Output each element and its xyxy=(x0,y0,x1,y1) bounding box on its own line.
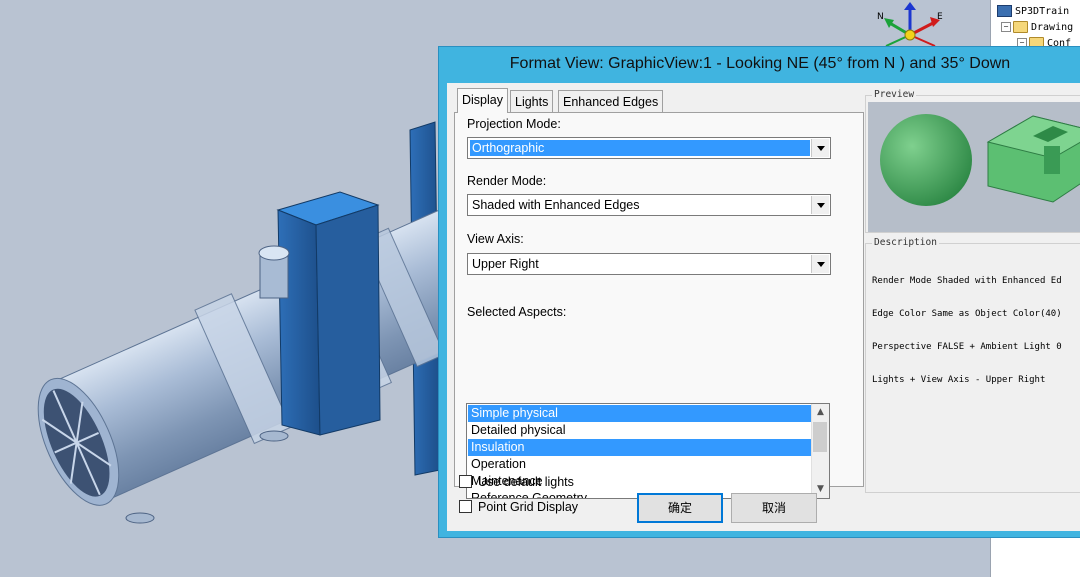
projection-mode-select[interactable]: Orthographic xyxy=(467,137,831,159)
aspects-scrollbar[interactable]: ▲ ▼ xyxy=(811,404,829,498)
description-text: Render Mode Shaded with Enhanced Ed Edge… xyxy=(872,276,1062,385)
east-label: E xyxy=(937,12,943,22)
format-view-dialog: Format View: GraphicView:1 - Looking NE … xyxy=(438,46,1080,538)
tab-lights[interactable]: Lights xyxy=(510,90,554,112)
render-mode-value: Shaded with Enhanced Edges xyxy=(472,198,640,212)
north-label: N xyxy=(877,12,884,22)
projection-mode-label: Projection Mode: xyxy=(467,117,561,131)
checkbox-icon[interactable] xyxy=(459,500,472,513)
render-mode-label: Render Mode: xyxy=(467,174,547,188)
tab-display[interactable]: Display xyxy=(457,88,508,113)
preview-image xyxy=(868,102,1080,232)
cancel-button[interactable]: 取消 xyxy=(731,493,817,523)
view-axis-select[interactable]: Upper Right xyxy=(467,253,831,275)
workspace-icon xyxy=(997,5,1012,17)
tree-root[interactable]: SP3DTrain xyxy=(997,4,1069,20)
point-grid-display-checkbox[interactable]: Point Grid Display xyxy=(459,500,578,514)
list-item[interactable]: Simple physical xyxy=(468,405,812,422)
scroll-thumb[interactable] xyxy=(813,422,827,452)
preview-group: Preview xyxy=(865,89,1080,233)
dialog-client: Display Lights Enhanced Edges Projection… xyxy=(447,83,1080,531)
description-caption: Description xyxy=(872,237,939,248)
folder-icon xyxy=(1013,21,1028,33)
projection-mode-value: Orthographic xyxy=(470,140,810,156)
chevron-down-icon[interactable] xyxy=(811,139,829,157)
use-default-lights-checkbox[interactable]: Use default lights xyxy=(459,475,574,489)
preview-caption: Preview xyxy=(872,89,917,100)
tab-enhanced-edges[interactable]: Enhanced Edges xyxy=(558,90,664,112)
description-group: Description Render Mode Shaded with Enha… xyxy=(865,237,1080,493)
exchanger-model xyxy=(37,121,499,524)
selected-aspects-label: Selected Aspects: xyxy=(467,305,567,319)
chevron-down-icon[interactable] xyxy=(811,255,829,273)
tree-item-drawing[interactable]: − Drawing xyxy=(1001,20,1073,36)
chevron-down-icon[interactable] xyxy=(811,196,829,214)
scroll-up-icon[interactable]: ▲ xyxy=(812,404,829,421)
axis-triad: N E xyxy=(877,2,943,47)
checkbox-icon[interactable] xyxy=(459,475,472,488)
list-item[interactable]: Detailed physical xyxy=(468,422,812,439)
render-mode-select[interactable]: Shaded with Enhanced Edges xyxy=(467,194,831,216)
list-item[interactable]: Operation xyxy=(468,456,812,473)
collapse-icon[interactable]: − xyxy=(1001,22,1011,32)
ok-button[interactable]: 确定 xyxy=(637,493,723,523)
view-axis-value: Upper Right xyxy=(472,257,539,271)
view-axis-label: View Axis: xyxy=(467,232,524,246)
list-item[interactable]: Insulation xyxy=(468,439,812,456)
dialog-title: Format View: GraphicView:1 - Looking NE … xyxy=(509,55,1011,72)
